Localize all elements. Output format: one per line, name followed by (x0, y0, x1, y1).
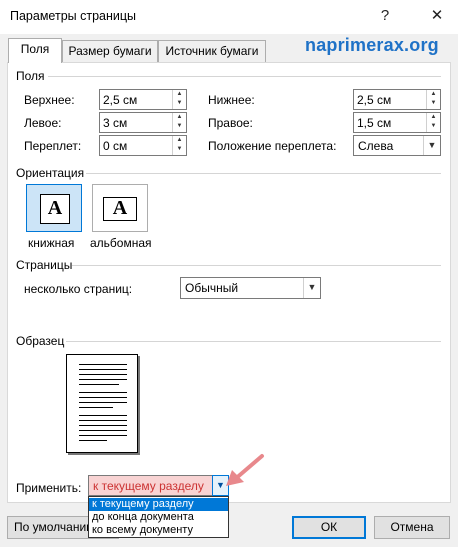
preview-text-line (79, 384, 119, 385)
apply-value: к текущему разделу (93, 479, 204, 493)
left-margin-value: 3 см (103, 116, 128, 130)
gutter-position-value: Слева (358, 139, 394, 153)
window-title: Параметры страницы (10, 9, 137, 23)
landscape-page-icon: A (103, 197, 137, 221)
gutter-field[interactable]: 0 см ▲ ▼ (99, 135, 187, 156)
preview-text-line (79, 402, 127, 403)
help-button[interactable]: ? (372, 4, 398, 28)
gutter-value: 0 см (103, 139, 128, 153)
tab-margins[interactable]: Поля (8, 38, 62, 63)
preview-page (66, 354, 138, 453)
spin-down-icon[interactable]: ▼ (173, 122, 186, 131)
preview-text-line (79, 407, 113, 408)
pages-divider (72, 265, 441, 266)
gutter-label: Переплет: (24, 139, 82, 153)
spin-down-icon[interactable]: ▼ (173, 145, 186, 154)
top-margin-spinner[interactable]: ▲ ▼ (172, 90, 186, 109)
top-margin-value: 2,5 см (103, 93, 138, 107)
apply-dropdown-list: к текущему разделу до конца документа ко… (88, 496, 229, 538)
preview-text-line (79, 392, 127, 393)
preview-text-line (79, 397, 127, 398)
tab-paper-source[interactable]: Источник бумаги (158, 40, 266, 62)
top-margin-field[interactable]: 2,5 см ▲ ▼ (99, 89, 187, 110)
spin-up-icon[interactable]: ▲ (427, 90, 440, 99)
gutter-spinner[interactable]: ▲ ▼ (172, 136, 186, 155)
preview-section-title: Образец (16, 334, 65, 348)
preview-text-line (79, 379, 127, 380)
cancel-button[interactable]: Отмена (374, 516, 450, 539)
spin-down-icon[interactable]: ▼ (173, 99, 186, 108)
close-button[interactable]: ✕ (424, 4, 450, 28)
apply-option-whole-document[interactable]: ко всему документу (89, 524, 228, 537)
chevron-down-icon[interactable]: ▼ (303, 278, 320, 298)
preview-text-line (79, 374, 127, 375)
bottom-margin-field[interactable]: 2,5 см ▲ ▼ (353, 89, 441, 110)
preview-text-line (79, 440, 107, 441)
chevron-down-icon[interactable]: ▼ (423, 136, 440, 155)
apply-option-current-section[interactable]: к текущему разделу (89, 498, 228, 511)
right-margin-field[interactable]: 1,5 см ▲ ▼ (353, 112, 441, 133)
preview-text-line (79, 369, 127, 370)
bottom-margin-label: Нижнее: (208, 93, 255, 107)
multiple-pages-value: Обычный (185, 281, 239, 295)
apply-option-to-end[interactable]: до конца документа (89, 511, 228, 524)
multiple-pages-select[interactable]: Обычный ▼ (180, 277, 321, 299)
ok-button[interactable]: ОК (292, 516, 366, 539)
left-margin-spinner[interactable]: ▲ ▼ (172, 113, 186, 132)
preview-text-line (79, 430, 127, 431)
spin-down-icon[interactable]: ▼ (427, 99, 440, 108)
right-margin-spinner[interactable]: ▲ ▼ (426, 113, 440, 132)
preview-text-line (79, 415, 127, 416)
watermark-text: naprimerax.org (305, 35, 439, 55)
gutter-position-label: Положение переплета: (208, 139, 337, 153)
portrait-page-icon: A (40, 194, 70, 224)
tab-paper-size[interactable]: Размер бумаги (62, 40, 158, 62)
spin-down-icon[interactable]: ▼ (427, 122, 440, 131)
bottom-margin-value: 2,5 см (357, 93, 392, 107)
landscape-option[interactable]: A (92, 184, 148, 232)
title-bar: Параметры страницы ? ✕ (0, 0, 458, 34)
spin-up-icon[interactable]: ▲ (173, 136, 186, 145)
spin-up-icon[interactable]: ▲ (173, 113, 186, 122)
left-margin-field[interactable]: 3 см ▲ ▼ (99, 112, 187, 133)
portrait-option[interactable]: A (26, 184, 82, 232)
spin-up-icon[interactable]: ▲ (173, 90, 186, 99)
apply-label: Применить: (16, 481, 82, 495)
annotation-arrow-icon (226, 454, 264, 486)
margins-divider (48, 76, 441, 77)
left-margin-label: Левое: (24, 116, 62, 130)
orientation-divider (86, 173, 441, 174)
bottom-margin-spinner[interactable]: ▲ ▼ (426, 90, 440, 109)
top-margin-label: Верхнее: (24, 93, 75, 107)
gutter-position-select[interactable]: Слева ▼ (353, 135, 441, 156)
preview-text-line (79, 364, 127, 365)
landscape-label: альбомная (90, 236, 152, 250)
orientation-section-title: Ориентация (16, 166, 85, 180)
multiple-pages-label: несколько страниц: (24, 282, 133, 296)
portrait-label: книжная (28, 236, 75, 250)
right-margin-label: Правое: (208, 116, 253, 130)
right-margin-value: 1,5 см (357, 116, 392, 130)
spin-up-icon[interactable]: ▲ (427, 113, 440, 122)
preview-text-line (79, 420, 127, 421)
preview-text-line (79, 435, 127, 436)
margins-section-title: Поля (16, 69, 45, 83)
pages-section-title: Страницы (16, 258, 73, 272)
preview-text-line (79, 425, 127, 426)
apply-select[interactable]: к текущему разделу ▼ (88, 475, 229, 496)
preview-divider (66, 341, 441, 342)
